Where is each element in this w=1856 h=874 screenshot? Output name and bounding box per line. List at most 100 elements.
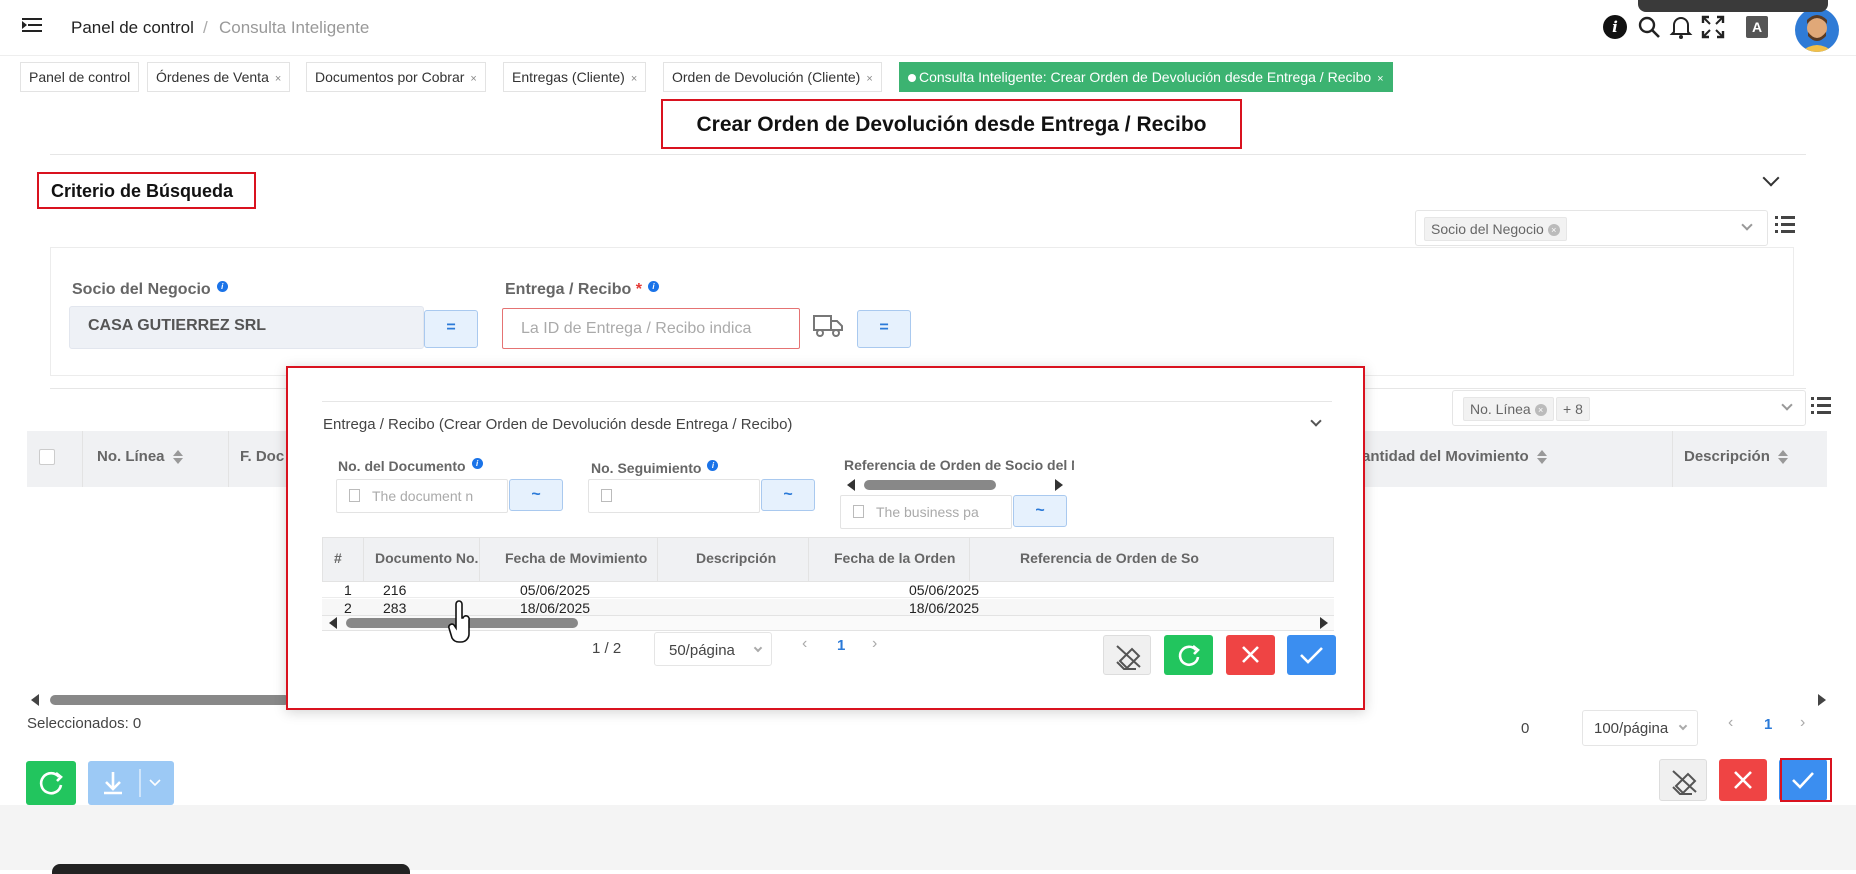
select-all-checkbox[interactable] [39, 449, 55, 465]
page-size-select[interactable]: 100/página [1582, 710, 1698, 746]
filter-scrollbar[interactable] [864, 480, 996, 490]
collapse-chevron-icon[interactable] [1762, 169, 1780, 187]
taskbar-fragment [52, 864, 410, 874]
scroll-right-icon[interactable] [1055, 479, 1063, 491]
confirm-button[interactable] [1287, 635, 1336, 675]
menu-toggle-icon[interactable] [22, 18, 42, 36]
col-header-descripcion[interactable]: Descripción [1684, 448, 1788, 465]
export-split-button[interactable] [88, 761, 174, 805]
selected-count: Seleccionados: 0 [27, 715, 142, 732]
close-icon[interactable]: × [631, 73, 637, 85]
tab-ordenes-de-venta[interactable]: Órdenes de Venta × [147, 62, 291, 92]
bell-icon[interactable] [1668, 14, 1694, 40]
tracking-input[interactable] [588, 479, 760, 513]
top-bar: Panel de control / Consulta Inteligente … [0, 0, 1856, 56]
close-icon[interactable]: × [1377, 73, 1383, 85]
col-header-linea[interactable]: No. Línea [97, 448, 183, 465]
col-header-descripcion[interactable]: Descripción [696, 550, 776, 566]
cancel-button[interactable] [1719, 759, 1767, 801]
info-icon: i [216, 281, 228, 292]
close-icon[interactable]: × [866, 73, 872, 85]
doc-operator-button[interactable]: ~ [509, 479, 563, 511]
tab-documentos-por-cobrar[interactable]: Documentos por Cobrar × [306, 62, 486, 92]
floating-toolbar-handle[interactable] [1638, 0, 1828, 12]
clear-filter-button[interactable] [1659, 759, 1707, 801]
scroll-left-icon[interactable] [329, 617, 337, 629]
truck-icon[interactable] [812, 313, 844, 339]
collapse-chevron-icon[interactable] [1310, 415, 1322, 427]
refresh-icon [1178, 644, 1200, 667]
chip-remove-icon[interactable]: × [1534, 404, 1547, 417]
info-icon: i [707, 460, 719, 471]
tab-orden-de-devolucion[interactable]: Orden de Devolución (Cliente) × [663, 62, 882, 92]
document-icon [853, 505, 864, 518]
tab-bar: Panel de control Órdenes de Venta × Docum… [0, 58, 1856, 98]
hand-cursor-icon [448, 600, 470, 643]
column-divider [479, 537, 480, 582]
row-fecha-orden: 05/06/2025 [909, 582, 980, 598]
close-icon[interactable]: × [470, 73, 476, 85]
breadcrumb-home[interactable]: Panel de control [71, 18, 194, 38]
list-settings-icon[interactable] [1775, 216, 1795, 234]
info-icon: i [471, 458, 483, 469]
scroll-right-icon[interactable] [1320, 617, 1328, 629]
sort-icon[interactable] [1777, 450, 1788, 465]
col-header-fdoc[interactable]: F. Doc [240, 448, 284, 465]
tab-label: Entregas (Cliente) [512, 69, 625, 85]
delivery-operator-button[interactable]: = [857, 310, 911, 348]
page-number[interactable]: 1 [837, 637, 845, 654]
sort-icon[interactable] [1536, 450, 1547, 465]
avatar[interactable] [1795, 8, 1839, 52]
bp-field[interactable]: CASA GUTIERREZ SRL [69, 306, 424, 349]
refresh-button[interactable] [1164, 635, 1213, 675]
tab-consulta-inteligente[interactable]: Consulta Inteligente: Crear Orden de Dev… [899, 62, 1393, 92]
info-icon[interactable]: i [1603, 15, 1627, 39]
bp-operator-button[interactable]: = [424, 310, 478, 348]
document-icon [349, 489, 360, 502]
refresh-button[interactable] [26, 761, 76, 805]
check-icon [1300, 647, 1323, 664]
cancel-button[interactable] [1226, 635, 1275, 675]
tab-panel-de-control[interactable]: Panel de control [20, 62, 140, 92]
sort-icon[interactable] [172, 450, 183, 465]
next-page-button[interactable]: › [872, 635, 877, 653]
reference-input[interactable]: The business pa [840, 495, 1012, 529]
column-select[interactable]: No. Línea × + 8 [1452, 390, 1806, 426]
col-header-documento[interactable]: Documento No. [375, 550, 478, 566]
col-header-cantidad[interactable]: antidad del Movimiento [1362, 448, 1547, 465]
close-icon[interactable]: × [275, 73, 281, 85]
scroll-left-icon[interactable] [31, 694, 39, 706]
col-header-referencia[interactable]: Referencia de Orden de So [1020, 550, 1328, 566]
clear-filter-button[interactable] [1103, 635, 1151, 675]
breadcrumb-separator: / [203, 18, 208, 37]
delivery-input[interactable]: La ID de Entrega / Recibo indica [502, 308, 800, 349]
prev-page-button[interactable]: ‹ [802, 635, 807, 653]
tab-label: Orden de Devolución (Cliente) [672, 69, 861, 85]
row-index: 1 [344, 582, 352, 598]
modal-page-size-select[interactable]: 50/página [654, 632, 772, 666]
column-divider [1672, 431, 1673, 487]
search-icon[interactable] [1636, 14, 1662, 40]
scroll-right-icon[interactable] [1818, 694, 1826, 706]
tab-entregas-cliente[interactable]: Entregas (Cliente) × [503, 62, 647, 92]
scroll-left-icon[interactable] [847, 479, 855, 491]
tracking-operator-button[interactable]: ~ [761, 479, 815, 511]
list-settings-icon[interactable] [1811, 397, 1831, 415]
fullscreen-icon[interactable] [1700, 14, 1726, 40]
prev-page-button[interactable]: ‹ [1728, 714, 1733, 732]
language-icon[interactable]: A [1746, 16, 1768, 38]
page-number[interactable]: 1 [1764, 716, 1772, 733]
doc-number-input[interactable]: The document n [336, 479, 508, 513]
eraser-icon [1672, 770, 1697, 795]
delivery-label: Entrega / Recibo * i [505, 281, 659, 299]
row-fecha-mov: 18/06/2025 [520, 600, 591, 616]
col-header-fecha-movimiento[interactable]: Fecha de Movimiento [505, 550, 647, 566]
next-page-button[interactable]: › [1800, 714, 1805, 732]
criteria-field-select[interactable]: Socio del Negocio × [1415, 210, 1768, 246]
table-row[interactable] [322, 582, 1334, 598]
grid-scrollbar[interactable] [50, 695, 290, 705]
chip-remove-icon[interactable]: × [1547, 224, 1560, 237]
col-header-fecha-orden[interactable]: Fecha de la Orden [834, 550, 955, 566]
document-icon [601, 489, 612, 502]
reference-operator-button[interactable]: ~ [1013, 495, 1067, 527]
